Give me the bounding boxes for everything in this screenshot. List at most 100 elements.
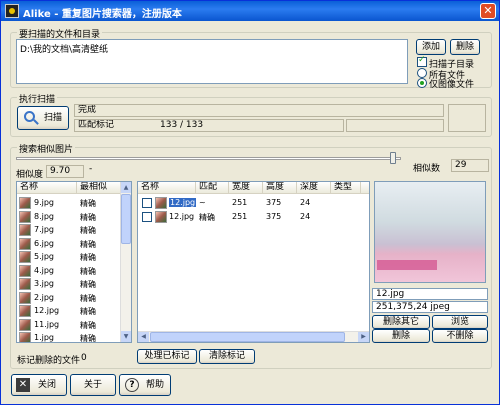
image-thumbnail-icon: [19, 264, 31, 277]
close-icon: ✕: [16, 378, 30, 392]
scroll-down-icon[interactable]: ▼: [121, 331, 131, 342]
marked-files-count: 0: [81, 353, 87, 363]
match-level: 精确: [80, 212, 96, 222]
file-name: 7.jpg: [34, 225, 55, 234]
help-icon: ?: [125, 378, 139, 392]
delete-image-button[interactable]: 删除: [372, 329, 430, 343]
hscroll-thumb[interactable]: [150, 332, 345, 342]
delete-path-button[interactable]: 删除: [450, 39, 480, 55]
scan-paths-textarea[interactable]: D:\我的文档\高清壁纸: [16, 39, 408, 84]
list-item[interactable]: 8.jpg 精确: [17, 210, 131, 224]
row-checkbox[interactable]: [142, 198, 152, 208]
col-depth-header[interactable]: 深度: [297, 182, 331, 194]
about-button[interactable]: 关于: [70, 374, 116, 396]
matches-list-hscrollbar[interactable]: ◀ ▶: [138, 331, 369, 342]
list-item[interactable]: 9.jpg 精确: [17, 196, 131, 210]
col-type-header[interactable]: 类型: [331, 182, 361, 194]
close-button-label: 关闭: [38, 380, 57, 390]
image-thumbnail-icon: [19, 332, 31, 342]
list-item[interactable]: 11.jpg 精确: [17, 318, 131, 332]
file-name: 1.jpg: [34, 333, 55, 342]
magnifier-handle-icon: [33, 119, 39, 125]
list-item[interactable]: 7.jpg 精确: [17, 223, 131, 237]
match-level: 精确: [80, 239, 96, 249]
image-width: 251: [232, 198, 248, 207]
similar-images-group-label: 搜索相似图片: [17, 142, 76, 155]
window-close-button[interactable]: ✕: [480, 3, 496, 19]
help-button-label: 帮助: [146, 380, 165, 390]
scroll-thumb[interactable]: [121, 194, 131, 244]
match-level: 精确: [80, 253, 96, 262]
scroll-right-icon[interactable]: ▶: [358, 332, 369, 342]
file-name: 5.jpg: [34, 252, 55, 261]
col-width-header[interactable]: 宽度: [229, 182, 263, 194]
match-level: 精确: [80, 334, 96, 343]
browse-button[interactable]: 浏览: [432, 315, 488, 329]
scroll-left-icon[interactable]: ◀: [138, 332, 149, 342]
images-only-radio[interactable]: [417, 78, 427, 88]
image-thumbnail-icon: [19, 318, 31, 331]
matches-list[interactable]: 名称 匹配 宽度 高度 深度 类型 12.jpg ~251 375 24 12.jpg 精…: [137, 181, 370, 343]
image-thumbnail-icon: [19, 224, 31, 236]
list-item[interactable]: 5.jpg 精确: [17, 250, 131, 264]
similarity-count-value: 29: [451, 159, 489, 172]
table-row[interactable]: 12.jpg ~251 375 24: [138, 196, 369, 210]
help-button[interactable]: ? 帮助: [119, 374, 171, 396]
match-level: 精确: [80, 199, 96, 208]
match-level: 精确: [80, 307, 96, 316]
match-level: 精确: [80, 266, 96, 276]
preview-image-banner: [377, 260, 437, 270]
progress-bar: [346, 119, 444, 132]
delete-others-button[interactable]: 删除其它: [372, 315, 430, 329]
clear-marks-button[interactable]: 清除标记: [199, 349, 255, 364]
list-item[interactable]: 1.jpg 精确: [17, 331, 131, 343]
source-list-vscrollbar[interactable]: ▲ ▼: [120, 182, 131, 342]
image-thumbnail-icon: [19, 237, 31, 250]
all-files-radio[interactable]: [417, 68, 427, 78]
similarity-slider-track: [16, 157, 401, 160]
scan-status-field: 完成: [74, 104, 444, 117]
close-button[interactable]: ✕ 关闭: [11, 374, 67, 396]
col-height-header[interactable]: 高度: [263, 182, 297, 194]
image-thumbnail-icon: [19, 197, 31, 209]
list-item[interactable]: 12.jpg 精确: [17, 304, 131, 318]
col-match-header[interactable]: 匹配: [196, 182, 229, 194]
progress-label: 匹配标记: [78, 120, 115, 130]
list-item[interactable]: 2.jpg 精确: [17, 291, 131, 305]
col-best-match-header[interactable]: 最相似: [77, 182, 122, 194]
list-item[interactable]: 4.jpg 精确: [17, 264, 131, 278]
similarity-slider-thumb[interactable]: [390, 152, 396, 164]
file-name: 12.jpg: [169, 212, 195, 221]
image-depth: 24: [300, 198, 311, 207]
file-name: 12.jpg: [34, 306, 60, 315]
list-item[interactable]: 3.jpg 精确: [17, 277, 131, 291]
scan-subdirs-checkbox[interactable]: [417, 55, 427, 67]
progress-value: 133 / 133: [160, 120, 204, 130]
images-only-label: 仅图像文件: [429, 80, 475, 90]
image-thumbnail-icon: [19, 251, 31, 263]
image-thumbnail-icon: [155, 197, 167, 209]
table-row[interactable]: 12.jpg 精确 251 375 24: [138, 210, 369, 224]
image-depth: 24: [300, 212, 311, 221]
matches-list-header: 名称 匹配 宽度 高度 深度 类型: [138, 182, 369, 194]
similarity-count-label: 相似数: [413, 164, 441, 174]
row-checkbox[interactable]: [142, 212, 152, 222]
app-window: Alike - 重复图片搜索器，注册版本 ✕ 要扫描的文件和目录 D:\我的文档…: [0, 0, 500, 405]
scan-button[interactable]: 扫描: [17, 106, 69, 130]
process-marked-button[interactable]: 处理已标记: [137, 349, 197, 364]
source-files-list[interactable]: 名称 最相似 9.jpg 精确 8.jpg 精确 7.jpg 精确 6.jpg 精确 5.jpg…: [16, 181, 132, 343]
add-path-button[interactable]: 添加: [416, 39, 446, 55]
scroll-up-icon[interactable]: ▲: [121, 182, 131, 193]
progress-field: 匹配标记 133 / 133: [74, 119, 344, 132]
title-bar[interactable]: Alike - 重复图片搜索器，注册版本 ✕: [1, 1, 499, 21]
similarity-marker: -: [89, 164, 93, 174]
col-name-header[interactable]: 名称: [17, 182, 77, 194]
col-name-header[interactable]: 名称: [138, 182, 196, 194]
execute-scan-group-label: 执行扫描: [17, 92, 58, 105]
file-name: 12.jpg: [169, 198, 197, 207]
image-height: 375: [266, 212, 282, 221]
keep-image-button[interactable]: 不删除: [432, 329, 488, 343]
file-name: 4.jpg: [34, 265, 55, 275]
list-item[interactable]: 6.jpg 精确: [17, 237, 131, 251]
image-thumbnail-icon: [19, 305, 31, 317]
